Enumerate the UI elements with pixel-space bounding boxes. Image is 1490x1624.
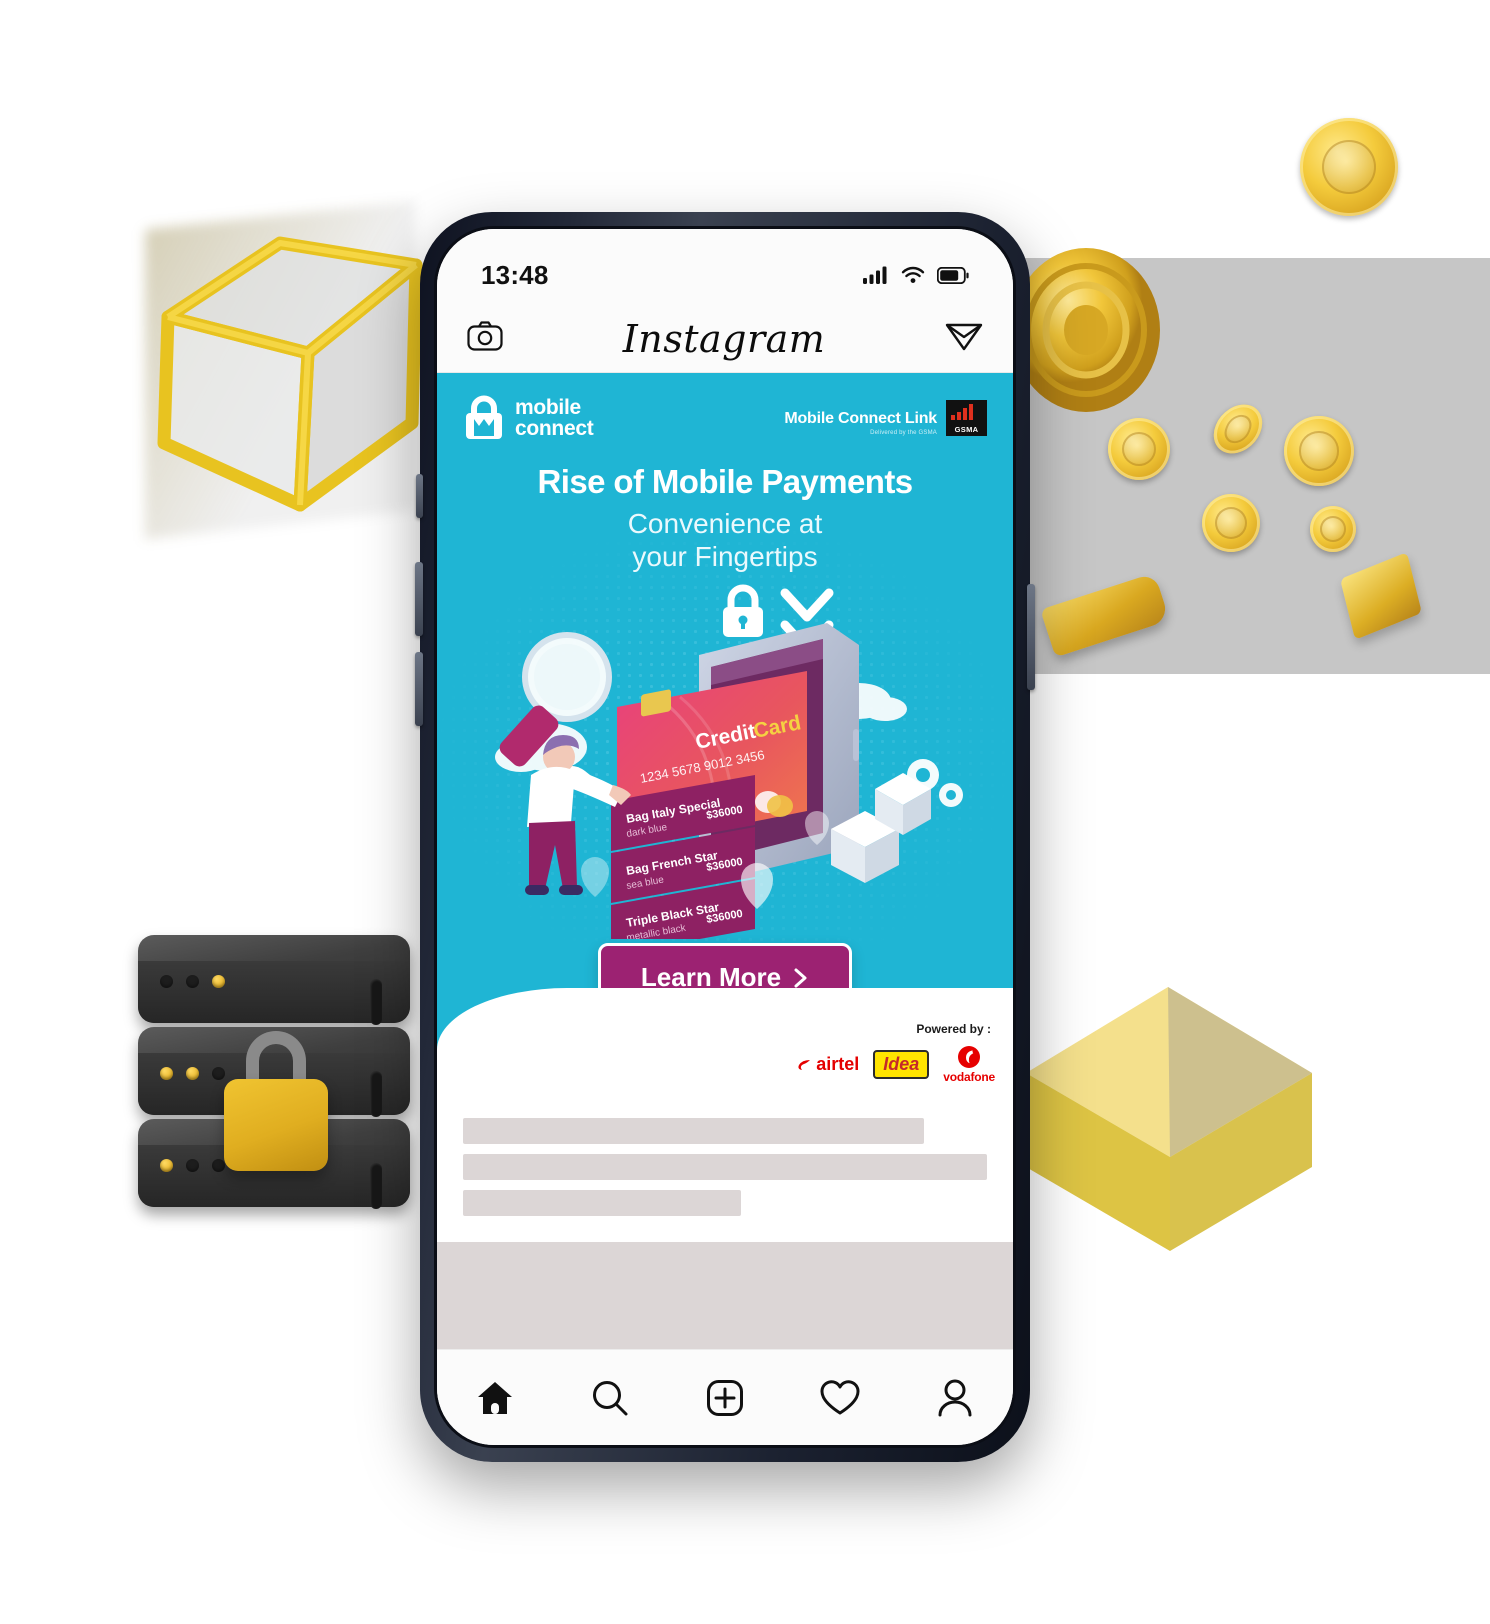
server-stack-prop	[138, 935, 438, 1253]
power-button[interactable]	[1027, 584, 1035, 690]
status-icons	[863, 266, 969, 284]
partner-subtitle: Delivered by the GSMA	[870, 430, 937, 436]
status-bar: 13:48	[437, 229, 1013, 305]
carrier-logos: airtel Idea vodafone	[796, 1045, 995, 1084]
ad-illustration: Credit Card 1234 5678 9012 3456 Bag Ital…	[437, 579, 1013, 940]
paper-plane-icon[interactable]	[945, 320, 983, 357]
gsma-label: GSMA	[954, 425, 979, 434]
mobile-connect-wordmark: mobile connect	[515, 395, 594, 440]
powered-by-label: Powered by :	[916, 1022, 991, 1036]
gold-coin	[1284, 416, 1354, 486]
phone-screen: 13:48 Instagram mobile connect Mobile Co…	[434, 226, 1016, 1448]
battery-icon	[937, 266, 969, 284]
gold-coin	[1310, 506, 1356, 552]
vodafone-label: vodafone	[943, 1070, 995, 1084]
airtel-logo: airtel	[796, 1054, 859, 1075]
gsma-logo: GSMA	[946, 400, 987, 436]
cellular-signal-icon	[863, 266, 887, 284]
skeleton-line	[463, 1190, 741, 1216]
sponsored-post-creative[interactable]: mobile connect Mobile Connect Link Deliv…	[437, 373, 1013, 1096]
volume-up-button[interactable]	[415, 562, 423, 636]
vodafone-logo: vodafone	[943, 1045, 995, 1084]
skeleton-block	[437, 1242, 1013, 1354]
ad-headline-block: Rise of Mobile Payments Convenience at y…	[437, 463, 1013, 573]
instagram-header: Instagram	[437, 305, 1013, 373]
mobile-connect-logo: mobile connect	[463, 395, 594, 441]
caption-skeleton	[437, 1096, 1013, 1242]
airtel-swirl-icon	[798, 1059, 811, 1070]
gold-cube-prop	[1020, 945, 1320, 1255]
gold-coin	[1202, 494, 1260, 552]
idea-logo: Idea	[873, 1050, 930, 1079]
volume-down-button[interactable]	[415, 652, 423, 726]
scene-root: 13:48 Instagram mobile connect Mobile Co…	[0, 0, 1490, 1624]
nav-profile-icon[interactable]	[923, 1366, 987, 1430]
mobile-connect-link-text: Mobile Connect Link Delivered by the GSM…	[784, 410, 937, 436]
server-unit	[138, 935, 410, 1025]
mc-word-line2: connect	[515, 417, 594, 440]
nav-search-icon[interactable]	[578, 1366, 642, 1430]
glass-cube-prop	[145, 200, 435, 540]
partner-logo-group: Mobile Connect Link Delivered by the GSM…	[784, 400, 987, 436]
status-time: 13:48	[481, 259, 549, 290]
mc-word-line1: mobile	[515, 395, 581, 419]
ad-subheadline-line1: Convenience at	[627, 508, 823, 539]
ad-brand-row: mobile connect Mobile Connect Link Deliv…	[437, 373, 1013, 441]
chevron-right-icon	[794, 968, 807, 988]
ad-footer: Powered by : airtel Idea vodafone	[437, 988, 1013, 1096]
mute-switch[interactable]	[416, 474, 423, 518]
smartphone-device: 13:48 Instagram mobile connect Mobile Co…	[415, 212, 1035, 1462]
product-list: Bag Italy Special dark blue $36000 Bag F…	[611, 775, 755, 940]
nav-home-icon[interactable]	[463, 1366, 527, 1430]
ad-subheadline: Convenience at your Fingertips	[437, 507, 1013, 573]
skeleton-line	[463, 1154, 987, 1180]
camera-icon[interactable]	[467, 321, 503, 356]
vodafone-quote-icon	[958, 1046, 981, 1068]
gold-coin	[1206, 400, 1270, 458]
mobile-connect-lock-icon	[463, 395, 505, 441]
ad-subheadline-line2: your Fingertips	[632, 541, 818, 573]
gsma-bars-icon	[951, 404, 973, 420]
gold-coin	[1300, 118, 1398, 216]
instagram-wordmark: Instagram	[622, 316, 826, 361]
padlock-icon	[224, 1031, 328, 1171]
padlock-icon	[723, 584, 763, 638]
nav-activity-icon[interactable]	[808, 1366, 872, 1430]
ad-headline: Rise of Mobile Payments	[537, 463, 914, 500]
instagram-bottom-nav	[437, 1349, 1013, 1445]
wifi-icon	[901, 266, 925, 283]
airtel-label: airtel	[816, 1054, 860, 1074]
skeleton-line	[463, 1118, 925, 1144]
nav-create-icon[interactable]	[693, 1366, 757, 1430]
gold-medallion-prop	[1012, 246, 1160, 432]
partner-title: Mobile Connect Link	[784, 410, 937, 427]
